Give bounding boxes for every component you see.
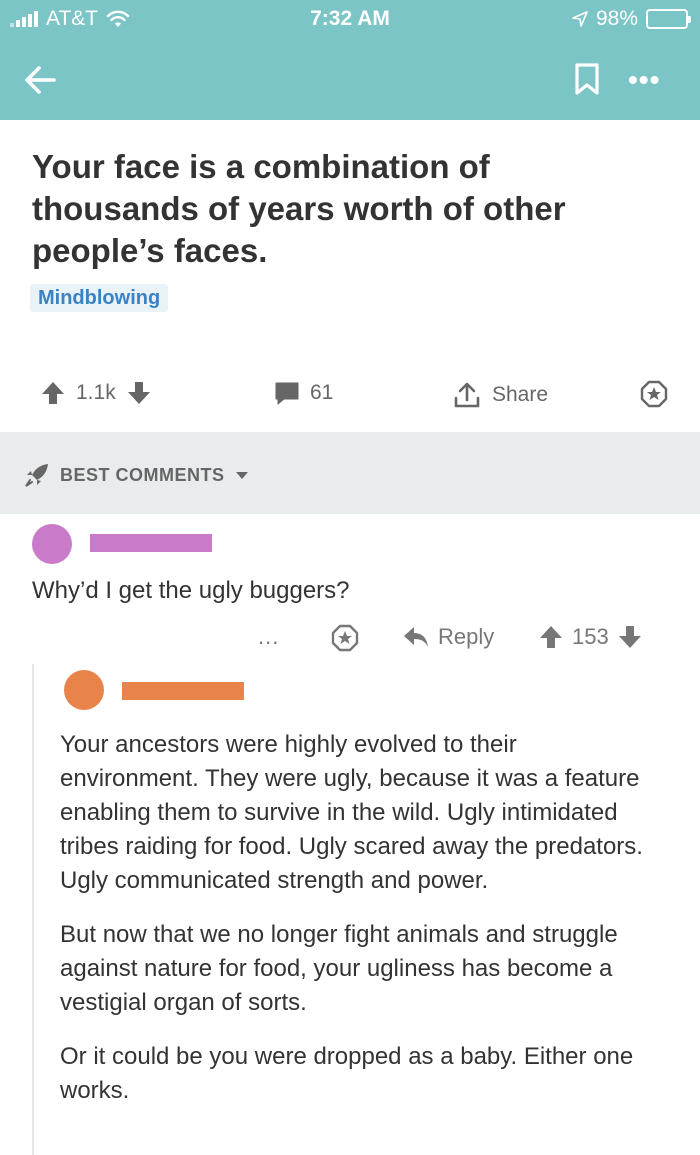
award-button[interactable]: [640, 380, 668, 408]
avatar[interactable]: [32, 524, 72, 564]
reply-arrow-icon: [404, 627, 428, 647]
comment-vote-group: 153: [538, 624, 643, 650]
post-comments-group[interactable]: 61: [274, 380, 333, 406]
app-bar: •••: [0, 40, 700, 120]
status-bar: AT&T 7:32 AM 98%: [0, 0, 700, 40]
battery-icon: [646, 9, 691, 29]
sort-label: BEST COMMENTS: [60, 464, 225, 485]
back-arrow-icon[interactable]: [20, 60, 60, 100]
reply-text: Your ancestors were highly evolved to th…: [60, 728, 660, 1128]
reply-paragraph: Or it could be you were dropped as a bab…: [60, 1043, 634, 1104]
upvote-icon[interactable]: [40, 380, 66, 406]
share-button[interactable]: Share: [452, 380, 548, 410]
rocket-icon: [25, 464, 48, 487]
comment-more-icon[interactable]: ...: [258, 624, 279, 650]
redacted-username: [90, 534, 212, 552]
post-vote-count: 1.1k: [76, 381, 116, 404]
comment-award-button[interactable]: [331, 624, 359, 652]
comment-text: Why’d I get the ugly buggers?: [32, 577, 350, 604]
location-arrow-icon: [572, 11, 588, 27]
comment-reply-button[interactable]: Reply: [402, 624, 494, 650]
comment-bubble-icon: [275, 382, 299, 405]
avatar[interactable]: [64, 670, 104, 710]
app-header: AT&T 7:32 AM 98% •••: [0, 0, 700, 120]
post-actions: 1.1k 61 Share: [0, 372, 700, 416]
overflow-menu-icon[interactable]: •••: [628, 64, 668, 95]
downvote-icon[interactable]: [617, 624, 643, 650]
chevron-down-icon: [235, 472, 248, 479]
award-icon: [640, 380, 668, 408]
post-comment-count: 61: [310, 381, 334, 404]
comment-sort-selector[interactable]: BEST COMMENTS: [24, 462, 249, 488]
comment-actions: ... Reply 153: [0, 622, 700, 656]
battery-label: 98%: [595, 7, 638, 30]
share-label: Share: [492, 383, 549, 406]
reply-paragraph: Your ancestors were highly evolved to th…: [60, 731, 643, 894]
bookmark-icon[interactable]: [572, 62, 602, 96]
comment-vote-count: 153: [572, 624, 609, 649]
redacted-username: [122, 682, 244, 700]
post-flair[interactable]: Mindblowing: [30, 284, 169, 312]
thread-line: [32, 664, 34, 1155]
post-vote-group: 1.1k: [40, 380, 152, 406]
post-title: Your face is a combination of thousands …: [32, 148, 566, 269]
upvote-icon[interactable]: [538, 624, 564, 650]
reply-paragraph: But now that we no longer fight animals …: [60, 921, 618, 1016]
share-icon: [454, 382, 480, 408]
award-icon: [331, 624, 359, 652]
status-right: 98%: [572, 7, 691, 31]
downvote-icon[interactable]: [126, 380, 152, 406]
comment-sort-bar[interactable]: BEST COMMENTS: [0, 432, 700, 514]
reply-label: Reply: [438, 624, 495, 649]
